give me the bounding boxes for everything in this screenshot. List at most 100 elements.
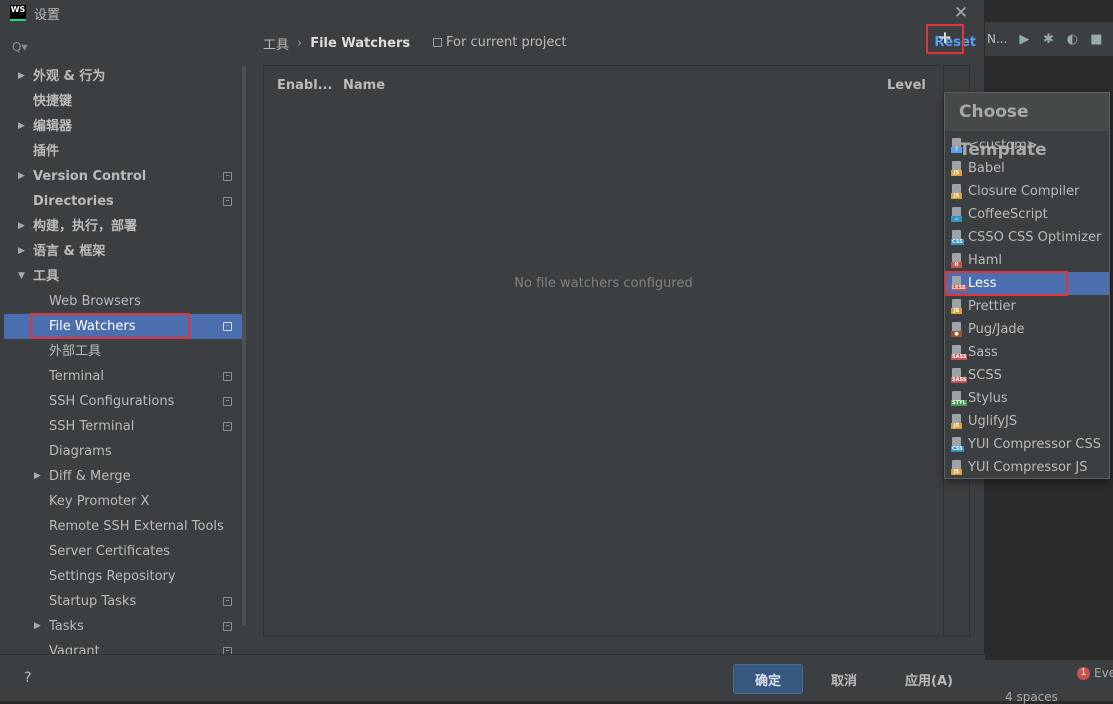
template-item-custom[interactable]: ? <custom> <box>945 134 1109 157</box>
collapsed-arrow-icon[interactable]: ▶ <box>34 614 41 639</box>
template-item-sass[interactable]: SASS Sass <box>945 341 1109 364</box>
sidebar-item-8[interactable]: ▼ 工具 <box>4 264 246 289</box>
webstorm-logo: WS <box>10 5 26 21</box>
collapsed-arrow-icon[interactable]: ▶ <box>18 114 25 139</box>
collapsed-arrow-icon[interactable]: ▶ <box>18 164 25 189</box>
sidebar-item-label: SSH Terminal <box>49 419 135 434</box>
table-body[interactable]: Enabl... Name Level No file watchers con… <box>264 66 943 636</box>
ide-status-bar: 1 Eve 4 spaces <box>985 660 1113 704</box>
file-type-icon: STYL <box>951 391 967 406</box>
template-item-scss[interactable]: SASS SCSS <box>945 364 1109 387</box>
sidebar-item-1[interactable]: 快捷键 <box>4 89 246 114</box>
file-type-icon: ☕ <box>951 207 964 222</box>
template-label: YUI Compressor CSS <box>968 437 1101 452</box>
project-scope-icon <box>433 38 442 47</box>
file-type-icon: JS <box>951 414 964 429</box>
template-item-yui-compressor-js[interactable]: JS YUI Compressor JS <box>945 456 1109 479</box>
sidebar-item-remote-ssh-external-tools[interactable]: Remote SSH External Tools <box>4 514 246 539</box>
file-type-icon: CSS <box>951 437 964 452</box>
expanded-arrow-icon[interactable]: ▼ <box>18 264 25 289</box>
template-item-yui-compressor-css[interactable]: CSS YUI Compressor CSS <box>945 433 1109 456</box>
help-icon[interactable]: ? <box>24 670 31 686</box>
indent-status[interactable]: 4 spaces <box>1005 690 1058 704</box>
run-icon[interactable]: ▶ <box>1017 32 1031 47</box>
template-item-haml[interactable]: H Haml <box>945 249 1109 272</box>
file-type-tag: SASS <box>951 354 968 360</box>
template-label: Prettier <box>968 299 1016 314</box>
settings-dialog: WS 设置 ✕ Q▾ ▶ 外观 & 行为 快捷键 ▶ 编辑器 插件 ▶ Version Con… <box>0 0 985 701</box>
project-level-icon <box>223 622 232 631</box>
file-type-tag: JS <box>951 193 962 199</box>
sidebar-item-2[interactable]: ▶ 编辑器 <box>4 114 246 139</box>
template-item-csso-css-optimizer[interactable]: CSS CSSO CSS Optimizer <box>945 226 1109 249</box>
sidebar-item-11[interactable]: 外部工具 <box>4 339 246 364</box>
file-type-icon: JS <box>951 299 964 314</box>
template-item-coffeescript[interactable]: ☕ CoffeeScript <box>945 203 1109 226</box>
add-watcher-button[interactable]: + <box>926 24 964 54</box>
sidebar-item-key-promoter-x[interactable]: Key Promoter X <box>4 489 246 514</box>
template-item-prettier[interactable]: JS Prettier <box>945 295 1109 318</box>
run-config-selector[interactable]: N... <box>987 32 1007 46</box>
sidebar-item-diagrams[interactable]: Diagrams <box>4 439 246 464</box>
settings-search-input[interactable]: Q▾ <box>12 36 27 58</box>
sidebar-item-diff-merge[interactable]: ▶ Diff & Merge <box>4 464 246 489</box>
sidebar-item-7[interactable]: ▶ 语言 & 框架 <box>4 239 246 264</box>
template-label: Closure Compiler <box>968 184 1080 199</box>
collapsed-arrow-icon[interactable]: ▶ <box>34 464 41 489</box>
apply-button[interactable]: 应用(A) <box>896 664 962 694</box>
project-level-icon <box>223 597 232 606</box>
collapsed-arrow-icon[interactable]: ▶ <box>18 214 25 239</box>
template-item-pug-jade[interactable]: ● Pug/Jade <box>945 318 1109 341</box>
file-type-icon: JS <box>951 161 964 176</box>
template-label: <custom> <box>968 138 1038 153</box>
template-item-closure-compiler[interactable]: JS Closure Compiler <box>945 180 1109 203</box>
sidebar-item-directories[interactable]: Directories <box>4 189 246 214</box>
scope-label: For current project <box>446 35 567 50</box>
sidebar-item-ssh-configurations[interactable]: SSH Configurations <box>4 389 246 414</box>
close-icon[interactable]: ✕ <box>951 3 971 23</box>
table-header: Enabl... Name Level <box>264 66 943 104</box>
template-item-uglifyjs[interactable]: JS UglifyJS <box>945 410 1109 433</box>
event-count-badge: 1 <box>1077 666 1090 680</box>
file-type-tag: JS <box>951 423 962 429</box>
debug-icon[interactable]: ✱ <box>1041 32 1055 47</box>
template-item-babel[interactable]: JS Babel <box>945 157 1109 180</box>
sidebar-item-label: SSH Configurations <box>49 394 175 409</box>
column-level[interactable]: Level <box>887 78 926 93</box>
coverage-icon[interactable]: ◐ <box>1065 32 1079 47</box>
collapsed-arrow-icon[interactable]: ▶ <box>18 64 25 89</box>
collapsed-arrow-icon[interactable]: ▶ <box>18 239 25 264</box>
sidebar-item-label: Diff & Merge <box>49 469 131 484</box>
sidebar-item-startup-tasks[interactable]: Startup Tasks <box>4 589 246 614</box>
sidebar-item-version-control[interactable]: ▶ Version Control <box>4 164 246 189</box>
sidebar-item-vagrant[interactable]: Vagrant <box>4 639 246 654</box>
template-label: CoffeeScript <box>968 207 1048 222</box>
sidebar-item-terminal[interactable]: Terminal <box>4 364 246 389</box>
cancel-button[interactable]: 取消 <box>814 664 874 694</box>
template-label: Haml <box>968 253 1003 268</box>
file-type-icon: SASS <box>951 345 968 360</box>
column-name[interactable]: Name <box>343 78 385 93</box>
sidebar-item-settings-repository[interactable]: Settings Repository <box>4 564 246 589</box>
breadcrumb-tools[interactable]: 工具 <box>263 34 289 53</box>
file-type-tag: STYL <box>951 400 967 406</box>
sidebar-item-ssh-terminal[interactable]: SSH Terminal <box>4 414 246 439</box>
file-type-icon: SASS <box>951 368 968 383</box>
stop-icon[interactable]: ■ <box>1089 32 1103 47</box>
column-enabled[interactable]: Enabl... <box>277 78 333 93</box>
sidebar-item-0[interactable]: ▶ 外观 & 行为 <box>4 64 246 89</box>
sidebar-item-web-browsers[interactable]: Web Browsers <box>4 289 246 314</box>
breadcrumb-current: File Watchers <box>310 36 411 51</box>
event-log-button[interactable]: 1 Eve <box>1077 666 1113 680</box>
sidebar-item-6[interactable]: ▶ 构建，执行，部署 <box>4 214 246 239</box>
sidebar-item-label: Version Control <box>33 169 147 184</box>
sidebar-item-server-certificates[interactable]: Server Certificates <box>4 539 246 564</box>
file-type-icon: ? <box>951 138 964 153</box>
sidebar-item-label: 外部工具 <box>49 344 102 359</box>
sidebar-item-3[interactable]: 插件 <box>4 139 246 164</box>
template-item-stylus[interactable]: STYL Stylus <box>945 387 1109 410</box>
sidebar-item-label: Terminal <box>49 369 104 384</box>
empty-state-text: No file watchers configured <box>514 276 693 291</box>
sidebar-item-tasks[interactable]: ▶ Tasks <box>4 614 246 639</box>
ok-button[interactable]: 确定 <box>733 664 803 694</box>
